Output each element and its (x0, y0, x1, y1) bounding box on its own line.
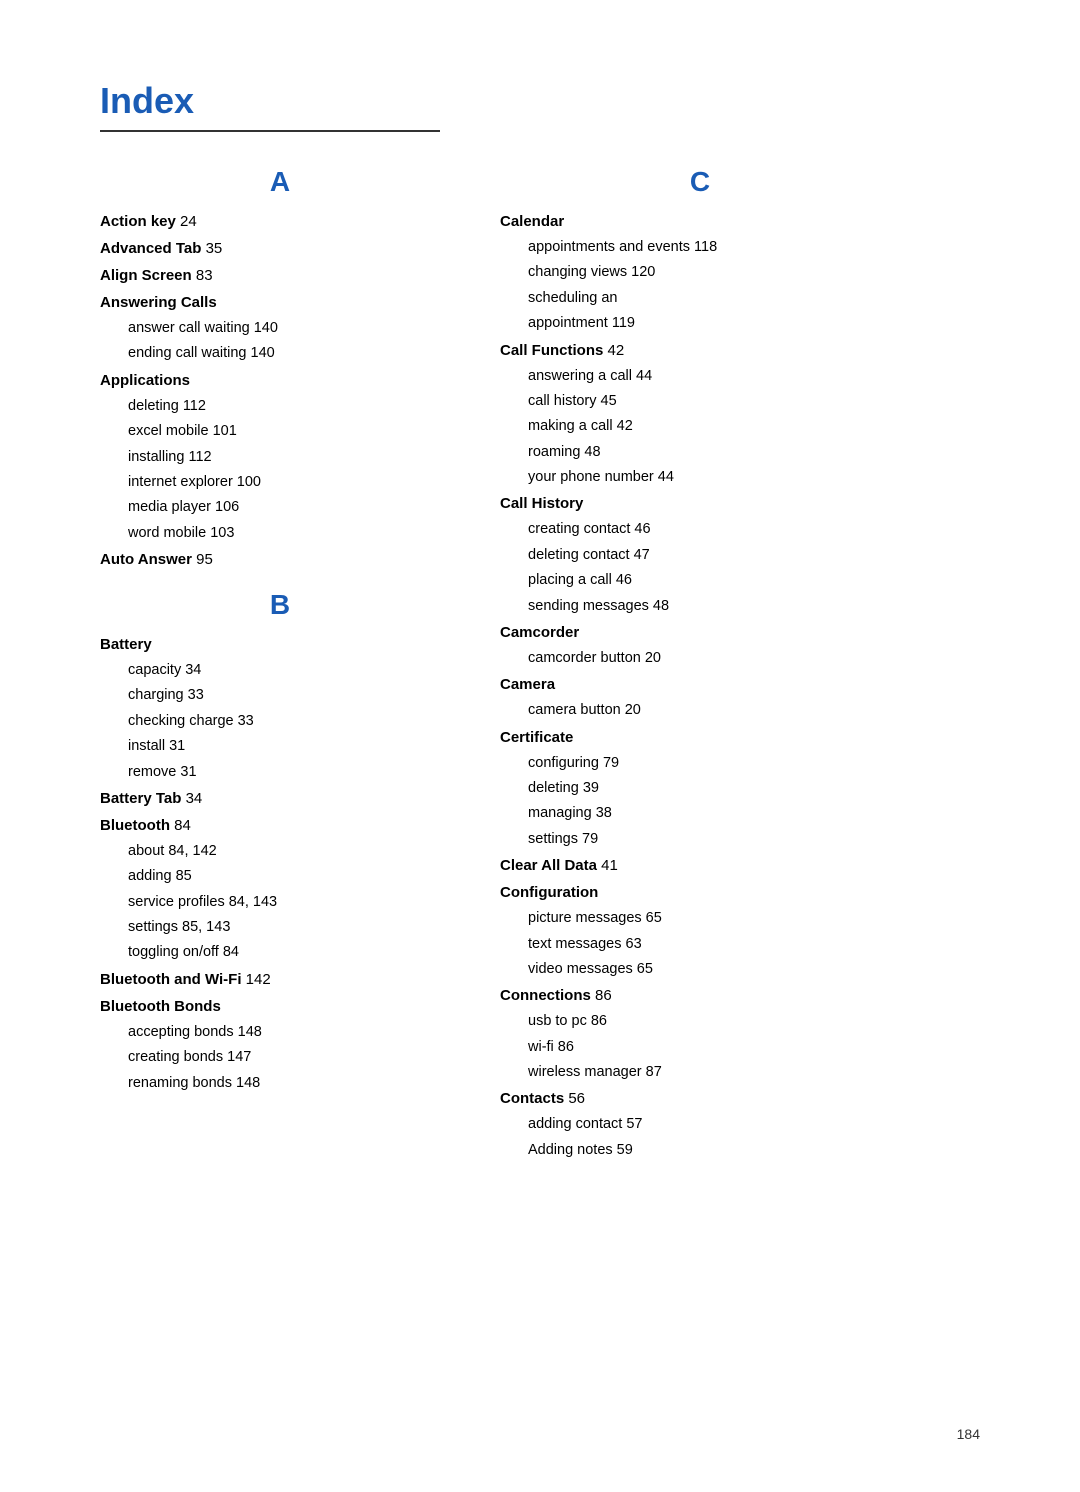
sub-renaming-bonds: renaming bonds 148 (100, 1071, 460, 1096)
entry-applications: Applications deleting 112 excel mobile 1… (100, 367, 460, 546)
sub-your-phone-number: your phone number 44 (500, 465, 900, 490)
sub-adding-bluetooth: adding 85 (100, 864, 460, 889)
sub-installing: installing 112 (100, 445, 460, 470)
title-divider (100, 130, 440, 132)
sub-appointments-events: appointments and events 118 (500, 235, 900, 260)
page-title: Index (100, 80, 980, 122)
entry-align-screen: Align Screen 83 (100, 262, 460, 289)
sub-adding-notes: Adding notes 59 (500, 1138, 900, 1163)
sub-install: install 31 (100, 734, 460, 759)
section-letter-b: B (100, 589, 460, 621)
sub-making-a-call: making a call 42 (500, 414, 900, 439)
entry-battery-tab: Battery Tab 34 (100, 785, 460, 812)
sub-camera-button: camera button 20 (500, 698, 900, 723)
sub-accepting-bonds: accepting bonds 148 (100, 1020, 460, 1045)
sub-creating-bonds: creating bonds 147 (100, 1045, 460, 1070)
sub-about-bluetooth: about 84, 142 (100, 839, 460, 864)
sub-scheduling: scheduling an (500, 286, 900, 311)
entry-call-history: Call History creating contact 46 deletin… (500, 490, 900, 619)
entry-advanced-tab: Advanced Tab 35 (100, 235, 460, 262)
sub-remove: remove 31 (100, 760, 460, 785)
sub-capacity: capacity 34 (100, 658, 460, 683)
sub-wi-fi: wi-fi 86 (500, 1035, 900, 1060)
page-number: 184 (957, 1426, 980, 1442)
sub-deleting-cert: deleting 39 (500, 776, 900, 801)
sub-ending-call-waiting: ending call waiting 140 (100, 341, 460, 366)
entry-configuration: Configuration picture messages 65 text m… (500, 879, 900, 982)
entry-certificate: Certificate configuring 79 deleting 39 m… (500, 724, 900, 853)
entry-action-key: Action key 24 (100, 208, 460, 235)
sub-creating-contact: creating contact 46 (500, 517, 900, 542)
left-column: A Action key 24 Advanced Tab 35 Align Sc… (100, 160, 460, 1096)
sub-usb-to-pc: usb to pc 86 (500, 1009, 900, 1034)
right-column: C Calendar appointments and events 118 c… (500, 160, 900, 1163)
sub-wireless-manager: wireless manager 87 (500, 1060, 900, 1085)
sub-charging: charging 33 (100, 683, 460, 708)
sub-excel-mobile: excel mobile 101 (100, 419, 460, 444)
sub-call-history: call history 45 (500, 389, 900, 414)
entry-answering-calls: Answering Calls answer call waiting 140 … (100, 289, 460, 367)
entry-calendar: Calendar appointments and events 118 cha… (500, 208, 900, 337)
sub-configuring: configuring 79 (500, 751, 900, 776)
sub-settings-cert: settings 79 (500, 827, 900, 852)
sub-checking-charge: checking charge 33 (100, 709, 460, 734)
sub-video-messages: video messages 65 (500, 957, 900, 982)
entry-contacts: Contacts 56 adding contact 57 Adding not… (500, 1085, 900, 1163)
entry-connections: Connections 86 usb to pc 86 wi-fi 86 wir… (500, 982, 900, 1085)
sub-service-profiles: service profiles 84, 143 (100, 890, 460, 915)
sub-media-player: media player 106 (100, 495, 460, 520)
entry-camcorder: Camcorder camcorder button 20 (500, 619, 900, 671)
entry-clear-all-data: Clear All Data 41 (500, 852, 900, 879)
entry-battery: Battery capacity 34 charging 33 checking… (100, 631, 460, 785)
entry-auto-answer: Auto Answer 95 (100, 546, 460, 573)
sub-changing-views: changing views 120 (500, 260, 900, 285)
sub-settings-bluetooth: settings 85, 143 (100, 915, 460, 940)
entry-bluetooth: Bluetooth 84 about 84, 142 adding 85 ser… (100, 812, 460, 966)
section-letter-a: A (100, 166, 460, 198)
sub-adding-contact: adding contact 57 (500, 1112, 900, 1137)
sub-toggling: toggling on/off 84 (100, 940, 460, 965)
sub-deleting: deleting 112 (100, 394, 460, 419)
index-columns: A Action key 24 Advanced Tab 35 Align Sc… (100, 160, 980, 1163)
sub-text-messages: text messages 63 (500, 932, 900, 957)
entry-camera: Camera camera button 20 (500, 671, 900, 723)
sub-camcorder-button: camcorder button 20 (500, 646, 900, 671)
sub-picture-messages: picture messages 65 (500, 906, 900, 931)
sub-sending-messages: sending messages 48 (500, 594, 900, 619)
sub-managing: managing 38 (500, 801, 900, 826)
sub-word-mobile: word mobile 103 (100, 521, 460, 546)
sub-answering-a-call: answering a call 44 (500, 364, 900, 389)
sub-answer-call-waiting: answer call waiting 140 (100, 316, 460, 341)
entry-bluetooth-bonds: Bluetooth Bonds accepting bonds 148 crea… (100, 993, 460, 1096)
entry-bluetooth-wifi: Bluetooth and Wi-Fi 142 (100, 966, 460, 993)
sub-placing-a-call: placing a call 46 (500, 568, 900, 593)
sub-deleting-contact: deleting contact 47 (500, 543, 900, 568)
sub-appointment: appointment 119 (500, 311, 900, 336)
sub-internet-explorer: internet explorer 100 (100, 470, 460, 495)
entry-call-functions: Call Functions 42 answering a call 44 ca… (500, 337, 900, 491)
page: Index A Action key 24 Advanced Tab 35 Al… (0, 0, 1080, 1492)
section-letter-c: C (500, 166, 900, 198)
sub-roaming: roaming 48 (500, 440, 900, 465)
